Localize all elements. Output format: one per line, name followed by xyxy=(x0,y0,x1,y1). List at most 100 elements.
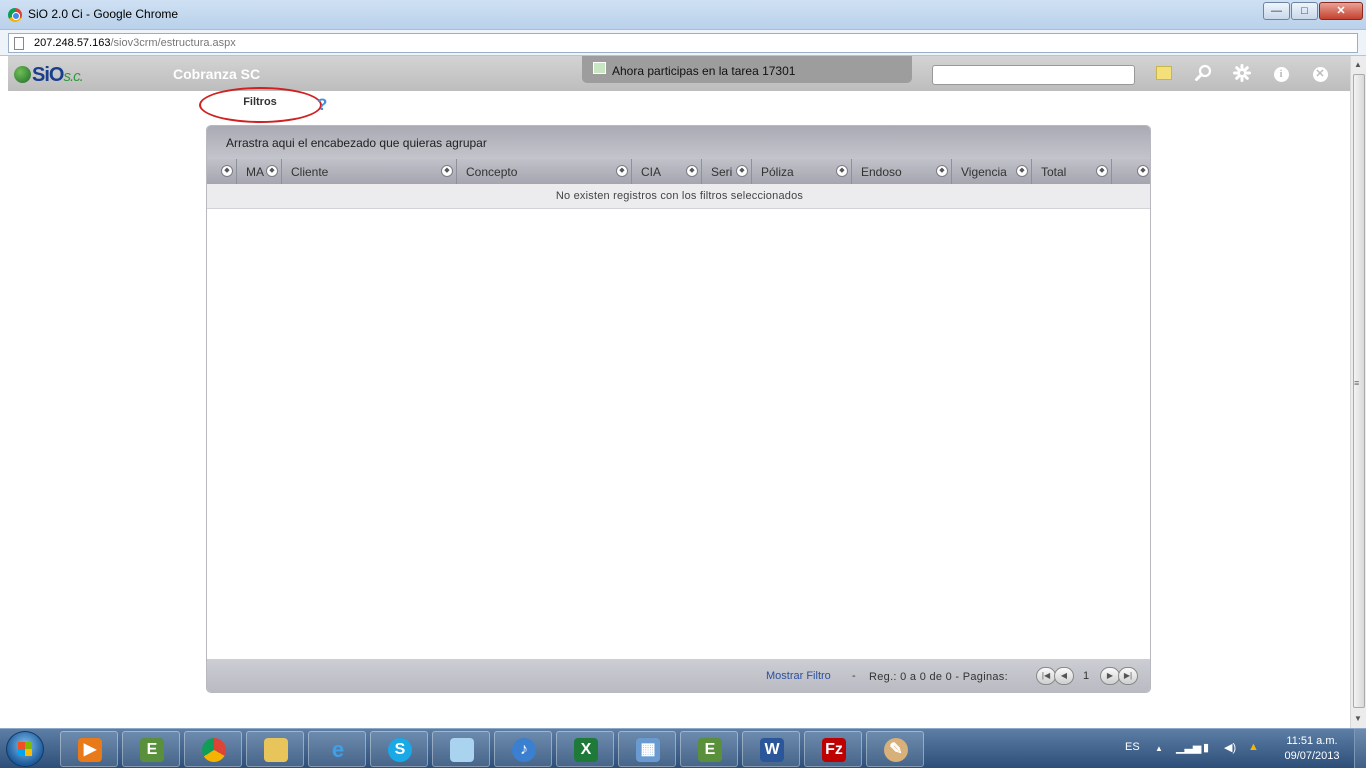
filezilla-icon: Fz xyxy=(822,738,846,762)
sort-icon[interactable]: ◆ xyxy=(1016,165,1028,177)
column-header-cia[interactable]: CIA ◆ xyxy=(632,159,702,184)
data-grid: Arrastra aqui el encabezado que quieras … xyxy=(206,125,1151,693)
sort-icon[interactable]: ◆ xyxy=(266,165,278,177)
column-header-vigencia[interactable]: Vigencia ◆ xyxy=(952,159,1032,184)
taskbar-notepad[interactable] xyxy=(432,731,490,767)
taskbar-chrome[interactable] xyxy=(184,731,242,767)
task-notice: Ahora participas en la tarea 17301 xyxy=(582,56,912,83)
sort-icon[interactable]: ◆ xyxy=(616,165,628,177)
grip-icon: ≡ xyxy=(1354,378,1360,388)
app-header: SiOs.c. Cobranza SC Ahora participas en … xyxy=(8,56,1350,91)
column-header-total[interactable]: Total ◆ xyxy=(1032,159,1112,184)
itunes-icon: ♪ xyxy=(512,738,536,762)
tray-expand-icon[interactable]: ▲ xyxy=(1155,744,1163,753)
evernote-icon: E xyxy=(140,738,164,762)
taskbar-skype[interactable]: S xyxy=(370,731,428,767)
column-header-options[interactable]: ◆ xyxy=(1112,159,1150,184)
pager-separator: - xyxy=(852,670,856,682)
taskbar: ▶ E e S ♪ X ▦ E W Fz ✎ ES ▲ ▁▃▅ ▮ ◀) ▲ 1… xyxy=(0,728,1366,768)
pager-summary: Reg.: 0 a 0 de 0 - Paginas: xyxy=(869,671,1008,683)
language-indicator[interactable]: ES xyxy=(1125,741,1140,753)
drive-icon[interactable]: ▲ xyxy=(1248,741,1259,753)
word-icon: W xyxy=(760,738,784,762)
address-bar[interactable]: 207.248.57.163/siov3crm/estructura.aspx xyxy=(8,33,1358,53)
info-icon[interactable]: i xyxy=(1272,64,1290,82)
taskbar-itunes[interactable]: ♪ xyxy=(494,731,552,767)
sort-icon[interactable]: ◆ xyxy=(441,165,453,177)
window-title: SiO 2.0 Ci - Google Chrome xyxy=(28,7,179,21)
show-desktop-button[interactable] xyxy=(1354,729,1366,768)
next-page-icon[interactable]: ▶ xyxy=(1100,667,1120,685)
page-scrollbar[interactable]: ▲ ≡ ▼ xyxy=(1350,56,1366,728)
first-page-icon[interactable]: |◀ xyxy=(1036,667,1056,685)
taskbar-explorer[interactable] xyxy=(246,731,304,767)
column-header-endoso[interactable]: Endoso ◆ xyxy=(852,159,952,184)
column-header-select[interactable]: ◆ xyxy=(207,159,237,184)
sort-icon[interactable]: ◆ xyxy=(1096,165,1108,177)
taskbar-media-player[interactable]: ▶ xyxy=(60,731,118,767)
taskbar-filezilla[interactable]: Fz xyxy=(804,731,862,767)
sort-icon[interactable]: ◆ xyxy=(686,165,698,177)
clock-time: 11:51 a.m. xyxy=(1286,735,1338,747)
scrollbar-thumb[interactable] xyxy=(1353,74,1365,708)
taskbar-evernote[interactable]: E xyxy=(122,731,180,767)
column-header-concepto[interactable]: Concepto ◆ xyxy=(457,159,632,184)
group-by-panel[interactable]: Arrastra aqui el encabezado que quieras … xyxy=(207,126,1150,159)
column-header-cliente[interactable]: Cliente ◆ xyxy=(282,159,457,184)
previous-page-icon[interactable]: ◀ xyxy=(1054,667,1074,685)
taskbar-word[interactable]: W xyxy=(742,731,800,767)
column-header-row: ◆ MA ◆ Cliente ◆ Concepto ◆ CIA ◆ Seri ◆ Póli… xyxy=(207,159,1150,184)
taskbar-excel[interactable]: X xyxy=(556,731,614,767)
network-icon[interactable]: ▁▃▅ xyxy=(1176,741,1201,754)
note-icon[interactable] xyxy=(1154,64,1172,82)
taskbar-internet-explorer[interactable]: e xyxy=(308,731,366,767)
empty-message: No existen registros con los filtros sel… xyxy=(207,184,1150,209)
scroll-up-icon[interactable]: ▲ xyxy=(1354,60,1362,69)
show-filter-link[interactable]: Mostrar Filtro xyxy=(766,670,831,682)
task-notice-text: Ahora participas en la tarea 17301 xyxy=(612,64,796,78)
filters-button[interactable]: Filtros xyxy=(205,92,315,116)
control-panel-icon: ▦ xyxy=(636,738,660,762)
search-icon[interactable] xyxy=(1194,64,1212,82)
battery-icon[interactable]: ▮ xyxy=(1203,741,1209,754)
column-header-serie[interactable]: Seri ◆ xyxy=(702,159,752,184)
close-icon[interactable]: ✕ xyxy=(1311,64,1329,82)
page-icon xyxy=(14,37,24,50)
sort-icon[interactable]: ◆ xyxy=(936,165,948,177)
clock-date: 09/07/2013 xyxy=(1284,750,1340,762)
evernote-icon: E xyxy=(698,738,722,762)
system-clock[interactable]: 11:51 a.m. 09/07/2013 xyxy=(1280,734,1344,764)
skype-icon: S xyxy=(388,738,412,762)
chrome-icon xyxy=(202,738,226,762)
volume-icon[interactable]: ◀) xyxy=(1224,741,1236,754)
app-logo[interactable]: SiOs.c. xyxy=(14,64,84,87)
url-text[interactable]: 207.248.57.163/siov3crm/estructura.aspx xyxy=(34,37,236,49)
sort-icon[interactable]: ◆ xyxy=(836,165,848,177)
grid-pager: Mostrar Filtro - Reg.: 0 a 0 de 0 - Pagi… xyxy=(207,659,1150,692)
task-icon xyxy=(593,62,606,74)
maximize-button[interactable]: □ xyxy=(1291,2,1318,20)
close-window-button[interactable]: ✕ xyxy=(1319,2,1363,20)
column-header-ma[interactable]: MA ◆ xyxy=(237,159,282,184)
start-button[interactable] xyxy=(6,731,44,767)
internet-explorer-icon: e xyxy=(331,737,345,762)
sort-icon[interactable]: ◆ xyxy=(736,165,748,177)
help-icon[interactable]: ? xyxy=(317,95,327,115)
current-page: 1 xyxy=(1083,670,1090,682)
minimize-button[interactable]: — xyxy=(1263,2,1290,20)
gear-icon[interactable] xyxy=(1233,64,1251,82)
chrome-icon xyxy=(8,8,22,22)
browser-toolbar: 207.248.57.163/siov3crm/estructura.aspx xyxy=(0,30,1366,56)
sort-icon[interactable]: ◆ xyxy=(1137,165,1149,177)
window-titlebar: SiO 2.0 Ci - Google Chrome — □ ✕ xyxy=(0,0,1366,30)
group-hint: Arrastra aqui el encabezado que quieras … xyxy=(226,136,487,150)
taskbar-control-panel[interactable]: ▦ xyxy=(618,731,676,767)
taskbar-paint[interactable]: ✎ xyxy=(866,731,924,767)
scroll-down-icon[interactable]: ▼ xyxy=(1354,714,1362,723)
sort-icon[interactable]: ◆ xyxy=(221,165,233,177)
header-search-input[interactable] xyxy=(932,65,1135,85)
media-player-icon: ▶ xyxy=(78,738,102,762)
column-header-poliza[interactable]: Póliza ◆ xyxy=(752,159,852,184)
taskbar-evernote-2[interactable]: E xyxy=(680,731,738,767)
last-page-icon[interactable]: ▶| xyxy=(1118,667,1138,685)
